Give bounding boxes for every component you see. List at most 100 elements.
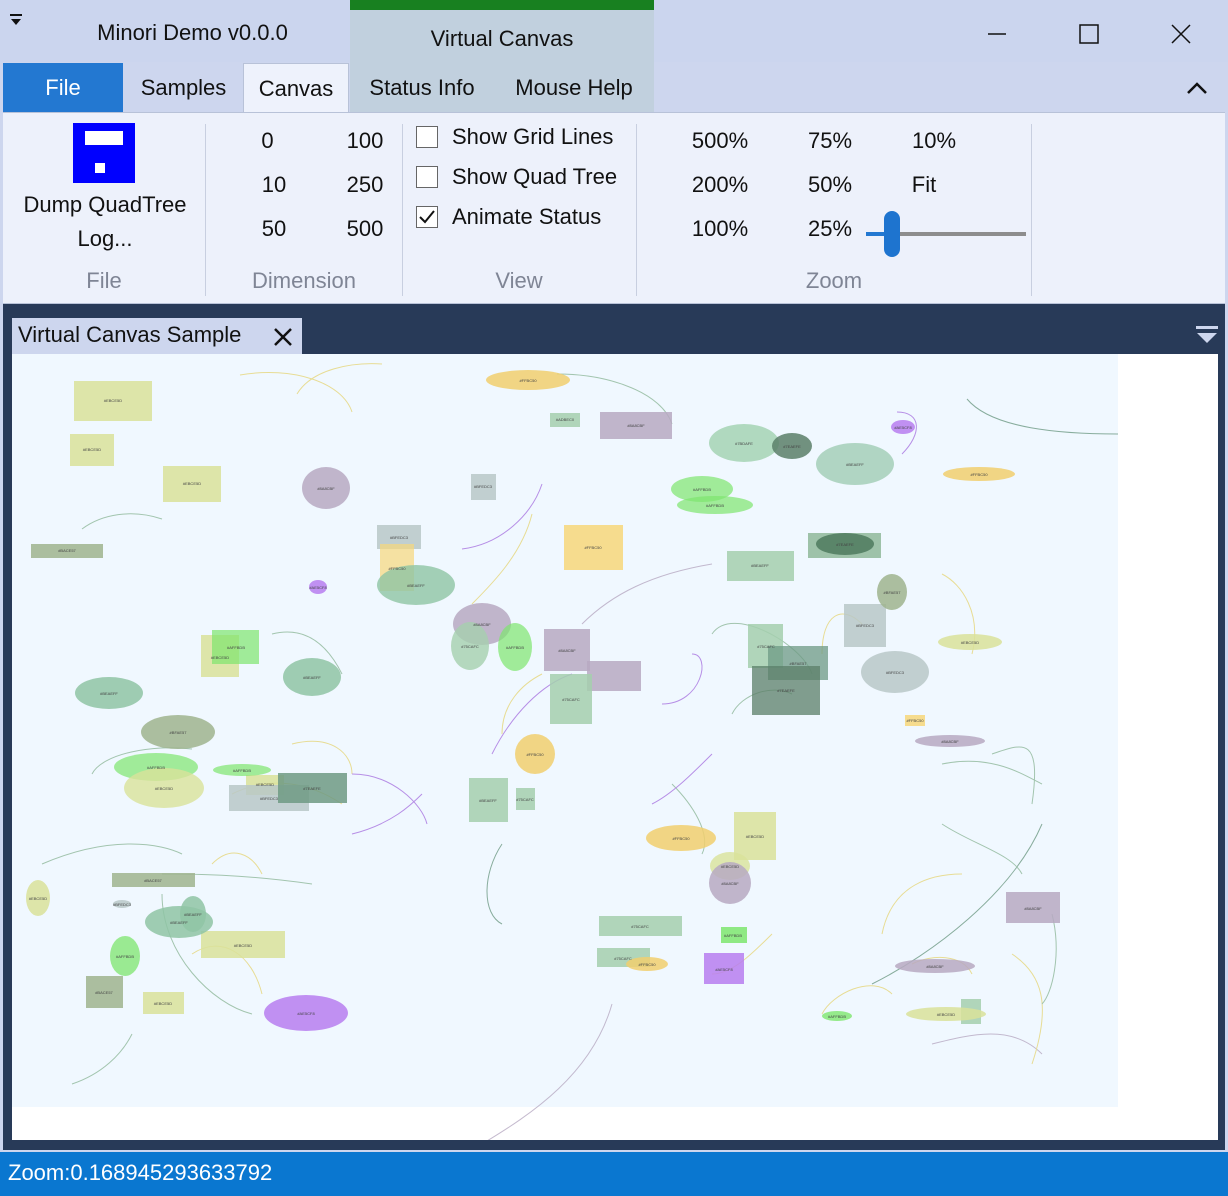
zoom-25-button[interactable]: 25% [802, 216, 858, 242]
svg-text:#8A8CBF: #8A8CBF [317, 486, 335, 491]
dump-quadtree-label-line1: Dump QuadTree [23, 192, 187, 217]
svg-text:#AE5CF8: #AE5CF8 [715, 967, 733, 972]
svg-text:#AFFBDB: #AFFBDB [506, 645, 524, 650]
svg-text:#AE5CF8: #AE5CF8 [297, 1011, 315, 1016]
show-quad-tree-checkbox[interactable]: Show Quad Tree [416, 164, 631, 194]
document-tab-title: Virtual Canvas Sample [18, 322, 242, 347]
svg-text:#EBCE5D: #EBCE5D [721, 864, 739, 869]
dimension-250-button[interactable]: 250 [336, 172, 394, 198]
quick-access-dropdown-icon[interactable] [8, 12, 26, 30]
close-button[interactable] [1158, 14, 1204, 54]
show-grid-lines-checkbox[interactable]: Show Grid Lines [416, 124, 631, 154]
zoom-fit-button[interactable]: Fit [904, 172, 944, 198]
svg-text:#BACE57: #BACE57 [95, 990, 113, 995]
svg-text:#BEAEFF: #BEAEFF [170, 920, 188, 925]
svg-text:#EBCE5D: #EBCE5D [234, 943, 252, 948]
svg-text:#EBCE5D: #EBCE5D [211, 655, 229, 660]
svg-text:#BFEDC3: #BFEDC3 [856, 623, 875, 628]
svg-text:#75CAFC: #75CAFC [631, 924, 649, 929]
zoom-75-button[interactable]: 75% [802, 128, 858, 154]
floppy-disk-icon [73, 123, 135, 183]
document-tab-close-button[interactable] [270, 324, 296, 350]
svg-text:#7EAEFE: #7EAEFE [836, 542, 854, 547]
group-label-dimension: Dimension [252, 268, 356, 293]
zoom-50-button[interactable]: 50% [802, 172, 858, 198]
svg-text:#FFBC50: #FFBC50 [388, 566, 406, 571]
svg-text:#BEAEFF: #BEAEFF [407, 583, 425, 588]
svg-text:#EBCE5D: #EBCE5D [29, 896, 47, 901]
svg-text:#8A8CBF: #8A8CBF [721, 881, 739, 886]
svg-text:#AE5CF8: #AE5CF8 [309, 585, 327, 590]
svg-text:#AFFBDB: #AFFBDB [724, 933, 742, 938]
maximize-button[interactable] [1066, 14, 1112, 54]
svg-text:#8A8CBF: #8A8CBF [926, 964, 944, 969]
dump-quadtree-button[interactable]: Dump QuadTree Log... [14, 120, 196, 255]
tab-mouse-help[interactable]: Mouse Help [500, 63, 648, 113]
contextual-tab-group-title: Virtual Canvas [430, 26, 574, 51]
svg-text:#EBCE5D: #EBCE5D [183, 481, 201, 486]
svg-text:#BFEDC3: #BFEDC3 [260, 796, 279, 801]
minimize-button[interactable] [974, 14, 1020, 54]
window-title: Minori Demo v0.0.0 [97, 20, 288, 45]
svg-text:#FFBC50: #FFBC50 [970, 472, 988, 477]
svg-text:#BEAEFF: #BEAEFF [184, 912, 202, 917]
animate-status-checkbox[interactable]: Animate Status [416, 204, 631, 234]
close-icon [274, 328, 292, 346]
svg-text:#7EAEFE: #7EAEFE [777, 688, 795, 693]
svg-text:#7EAEFE: #7EAEFE [783, 444, 801, 449]
zoom-slider-thumb[interactable] [884, 211, 900, 257]
tab-samples[interactable]: Samples [126, 63, 241, 113]
virtual-canvas-drawing[interactable]: #EBCE5D #EBCE5D #EBCE5D #BACE57 #FFBC50 … [12, 354, 1218, 1140]
file-tab[interactable]: File [3, 63, 123, 113]
checkbox-box[interactable] [416, 126, 438, 148]
status-zoom-text: Zoom:0.168945293633792 [8, 1160, 273, 1185]
svg-text:#8A8CBF: #8A8CBF [558, 648, 576, 653]
svg-text:#AFFBDB: #AFFBDB [693, 487, 711, 492]
checkbox-box[interactable] [416, 206, 438, 228]
minimize-icon [988, 33, 1006, 35]
svg-text:#FFBC50: #FFBC50 [638, 962, 656, 967]
svg-text:#EBCE5D: #EBCE5D [104, 398, 122, 403]
svg-text:#AFFBDB: #AFFBDB [116, 954, 134, 959]
svg-text:#FFBC50: #FFBC50 [906, 718, 924, 723]
svg-text:#8A8CBF: #8A8CBF [941, 739, 959, 744]
svg-text:#AFFBDB: #AFFBDB [147, 765, 165, 770]
group-separator [1031, 124, 1032, 296]
document-menu-button[interactable] [1196, 324, 1218, 346]
svg-text:#7BDAFE: #7BDAFE [735, 441, 753, 446]
checkbox-box[interactable] [416, 166, 438, 188]
zoom-100-button[interactable]: 100% [688, 216, 752, 242]
dump-quadtree-label-line2: Log... [77, 226, 133, 251]
dimension-0-button[interactable]: 0 [240, 128, 295, 154]
zoom-200-button[interactable]: 200% [688, 172, 752, 198]
svg-text:#EBCE5D: #EBCE5D [937, 1012, 955, 1017]
group-separator [402, 124, 403, 296]
svg-text:#BEAEFF: #BEAEFF [303, 675, 321, 680]
checkbox-label: Show Grid Lines [452, 124, 614, 149]
svg-text:#75CAFC: #75CAFC [461, 644, 479, 649]
svg-text:#BFAE57: #BFAE57 [170, 730, 188, 735]
svg-text:#7EAEFE: #7EAEFE [303, 786, 321, 791]
collapse-ribbon-button[interactable] [1182, 74, 1212, 104]
tab-canvas[interactable]: Canvas [243, 63, 349, 114]
group-separator [636, 124, 637, 296]
tab-status-info[interactable]: Status Info [352, 63, 492, 113]
svg-text:#EBCE5D: #EBCE5D [83, 447, 101, 452]
zoom-500-button[interactable]: 500% [688, 128, 752, 154]
close-icon [1171, 24, 1191, 44]
checkbox-label: Show Quad Tree [452, 164, 618, 189]
checkbox-label: Animate Status [452, 204, 602, 229]
svg-text:#EBCE5D: #EBCE5D [746, 834, 764, 839]
svg-text:#AFFBDB: #AFFBDB [706, 503, 724, 508]
dimension-100-button[interactable]: 100 [336, 128, 394, 154]
svg-text:#BFEDC3: #BFEDC3 [886, 670, 905, 675]
dropdown-menu-icon [1196, 326, 1218, 343]
dimension-50-button[interactable]: 50 [244, 216, 304, 242]
zoom-10-button[interactable]: 10% [906, 128, 962, 154]
svg-text:#8A8CBF: #8A8CBF [1024, 906, 1042, 911]
group-separator [205, 124, 206, 296]
dimension-500-button[interactable]: 500 [336, 216, 394, 242]
dimension-10-button[interactable]: 10 [244, 172, 304, 198]
svg-text:#AFFBDB: #AFFBDB [233, 768, 251, 773]
svg-text:#BEAEFF: #BEAEFF [846, 462, 864, 467]
